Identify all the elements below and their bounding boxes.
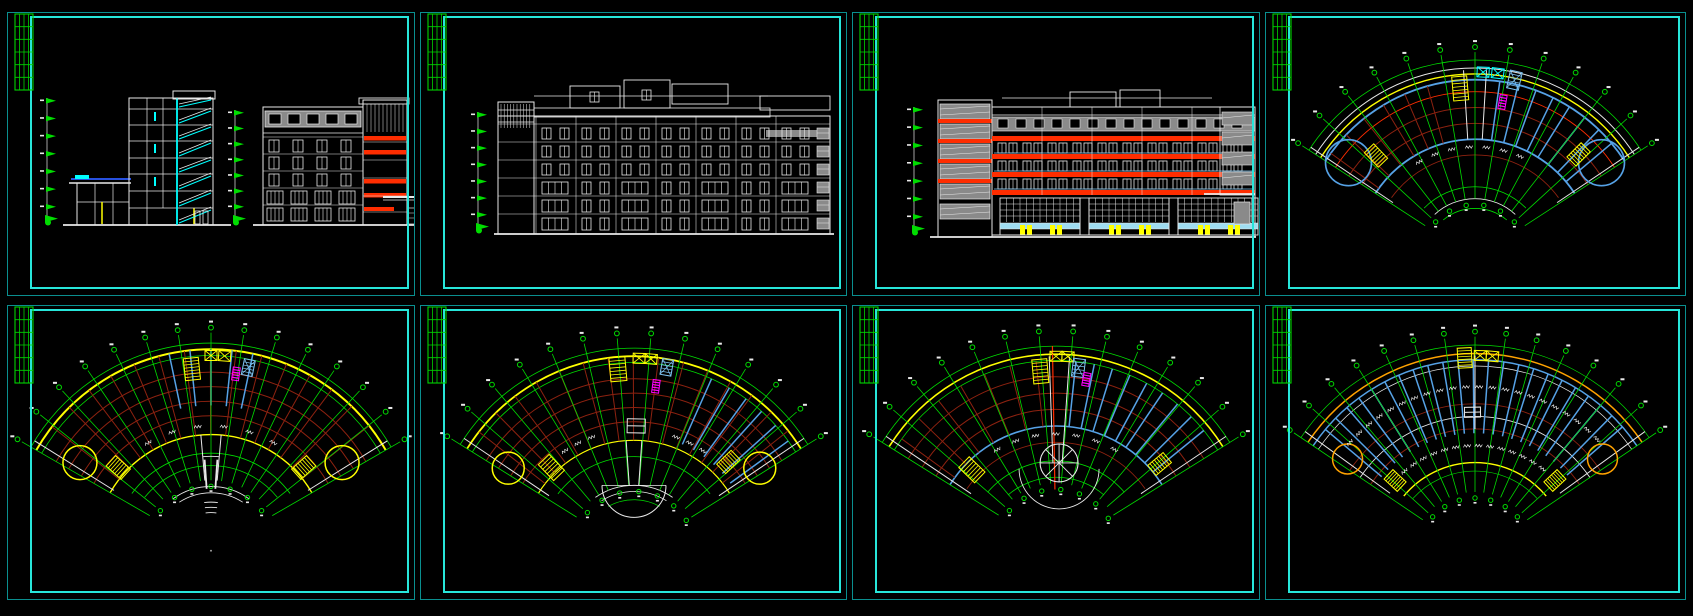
panel-sheet-rear-elevation [420, 12, 847, 296]
sheet-ground-floor-plan-drawing [7, 305, 415, 600]
sheet-rear-elevation-drawing [420, 12, 847, 296]
panel-sheet-second-floor-plan [420, 305, 847, 600]
sheet-third-floor-plan-drawing [852, 305, 1260, 600]
cad-sheet-grid [0, 0, 1693, 616]
panel-sheet-ground-floor-plan [7, 305, 415, 600]
sheet-typical-guestroom-floor-plan-drawing [1265, 305, 1686, 600]
panel-sheet-typical-guestroom-floor-plan [1265, 305, 1686, 600]
sheet-front-elevation-drawing [852, 12, 1260, 296]
sheet-second-floor-plan-drawing [420, 305, 847, 600]
panel-sheet-third-floor-plan [852, 305, 1260, 600]
panel-sheet-front-elevation [852, 12, 1260, 296]
panel-sheet-upper-floor-plan [1265, 12, 1686, 296]
sheet-upper-floor-plan-drawing [1265, 12, 1686, 296]
sheet-building-section-and-end-elevation-drawing [7, 12, 415, 296]
panel-sheet-building-section-and-end-elevation [7, 12, 415, 296]
